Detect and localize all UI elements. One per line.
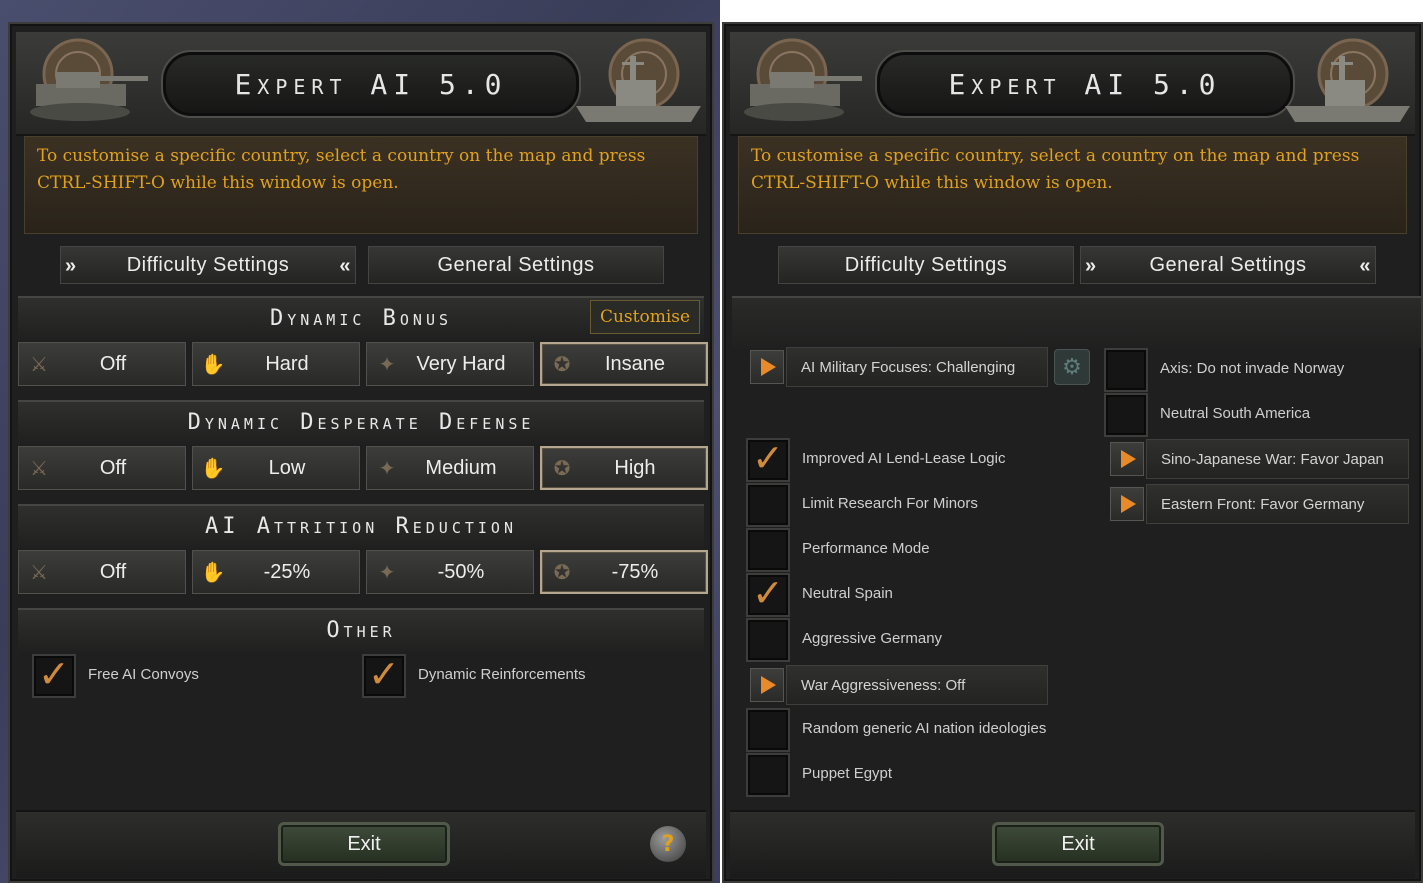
neutral-south-america-label: Neutral South America [1160, 405, 1311, 422]
medal-icon: ✋ [200, 456, 226, 480]
medal-icon: ⚔ [30, 456, 48, 480]
chevron-left-icon: « [339, 255, 351, 277]
limit-research-label: Limit Research For Minors [802, 495, 978, 512]
checkmark-icon: ✓ [38, 652, 70, 696]
attrition-option-25[interactable]: ✋ -25% [192, 550, 360, 594]
window-title: Expert AI 5.0 [875, 50, 1295, 118]
tank-emblem-icon [744, 38, 862, 121]
defense-option-off[interactable]: ⚔ Off [18, 446, 186, 490]
bonus-option-insane[interactable]: ✪ Insane [540, 342, 708, 386]
medal-icon: ✋ [200, 560, 226, 584]
checkmark-icon: ✓ [752, 571, 784, 615]
aggressive-germany-checkbox[interactable] [746, 618, 790, 662]
dynamic-reinforcements-label: Dynamic Reinforcements [418, 666, 586, 683]
free-ai-convoys-label: Free AI Convoys [88, 666, 199, 683]
gear-icon[interactable]: ⚙ [1054, 349, 1090, 385]
play-arrow-icon[interactable] [750, 350, 784, 384]
lend-lease-checkbox[interactable]: ✓ [746, 436, 790, 482]
defense-option-high[interactable]: ✪ High [540, 446, 708, 490]
exit-button[interactable]: Exit [992, 822, 1164, 866]
puppet-egypt-label: Puppet Egypt [802, 765, 893, 782]
info-text-line2: CTRL-SHIFT-O while this window is open. [751, 173, 1113, 193]
section-other: Other [18, 608, 704, 652]
chevron-left-icon: « [1359, 255, 1371, 277]
tab-difficulty-settings[interactable]: » Difficulty Settings « [60, 246, 356, 284]
free-ai-convoys-checkbox[interactable]: ✓ [32, 652, 76, 698]
defense-option-low[interactable]: ✋ Low [192, 446, 360, 490]
tank-emblem-icon [30, 38, 148, 121]
dynamic-reinforcements-checkbox[interactable]: ✓ [362, 652, 406, 698]
neutral-spain-checkbox[interactable]: ✓ [746, 571, 790, 617]
exit-button[interactable]: Exit [278, 822, 450, 866]
expert-ai-window-general: Expert AI 5.0 To customise a specific co… [722, 22, 1423, 883]
ai-military-focuses-dropdown[interactable]: AI Military Focuses: Challenging [786, 347, 1048, 387]
stars-icon: ✪ [553, 456, 571, 480]
help-icon[interactable]: ? [650, 826, 686, 862]
bonus-option-hard[interactable]: ✋ Hard [192, 342, 360, 386]
defense-option-medium[interactable]: ✦ Medium [366, 446, 534, 490]
attrition-option-50[interactable]: ✦ -50% [366, 550, 534, 594]
info-box: To customise a specific country, select … [738, 136, 1407, 234]
puppet-egypt-checkbox[interactable] [746, 753, 790, 797]
info-box: To customise a specific country, select … [24, 136, 698, 234]
info-text-line2: CTRL-SHIFT-O while this window is open. [37, 173, 399, 193]
customise-button[interactable]: Customise [590, 300, 700, 334]
eastern-front-dropdown[interactable]: Eastern Front: Favor Germany [1146, 484, 1409, 524]
checkmark-icon: ✓ [368, 652, 400, 696]
window-header: Expert AI 5.0 [730, 32, 1415, 136]
random-ideologies-label: Random generic AI nation ideologies [802, 720, 1047, 737]
axis-norway-label: Axis: Do not invade Norway [1160, 360, 1345, 377]
stars-icon: ✪ [553, 560, 571, 584]
window-title: Expert AI 5.0 [161, 50, 581, 118]
limit-research-checkbox[interactable] [746, 483, 790, 527]
info-text-line1: To customise a specific country, select … [751, 146, 1360, 166]
general-settings-header [732, 296, 1421, 348]
battleship-emblem-icon [1285, 38, 1410, 122]
chevron-right-icon: » [1085, 255, 1097, 277]
wings-icon: ✦ [378, 352, 396, 376]
section-attrition-reduction: AI Attrition Reduction [18, 504, 704, 548]
axis-norway-checkbox[interactable] [1104, 348, 1148, 392]
chevron-right-icon: » [65, 255, 77, 277]
bonus-option-off[interactable]: ⚔ Off [18, 342, 186, 386]
window-footer: Exit [730, 810, 1415, 878]
wings-icon: ✦ [378, 560, 396, 584]
medal-icon: ⚔ [30, 560, 48, 584]
info-text-line1: To customise a specific country, select … [37, 146, 646, 166]
medal-icon: ✋ [200, 352, 226, 376]
stars-icon: ✪ [553, 352, 571, 376]
section-dynamic-bonus: Dynamic Bonus Customise [18, 296, 704, 340]
tab-general-settings[interactable]: » General Settings « [1080, 246, 1376, 284]
aggressive-germany-label: Aggressive Germany [802, 630, 943, 647]
window-header: Expert AI 5.0 [16, 32, 706, 136]
attrition-option-off[interactable]: ⚔ Off [18, 550, 186, 594]
attrition-option-75[interactable]: ✪ -75% [540, 550, 708, 594]
section-desperate-defense: Dynamic Desperate Defense [18, 400, 704, 444]
neutral-spain-label: Neutral Spain [802, 585, 893, 602]
checkmark-icon: ✓ [752, 436, 784, 480]
play-arrow-icon[interactable] [1110, 487, 1144, 521]
play-arrow-icon[interactable] [750, 668, 784, 702]
tab-general-settings[interactable]: General Settings [368, 246, 664, 284]
window-footer: Exit ? [16, 810, 706, 878]
play-arrow-icon[interactable] [1110, 442, 1144, 476]
lend-lease-label: Improved AI Lend-Lease Logic [802, 450, 1006, 467]
neutral-south-america-checkbox[interactable] [1104, 393, 1148, 437]
war-aggressiveness-dropdown[interactable]: War Aggressiveness: Off [786, 665, 1048, 705]
random-ideologies-checkbox[interactable] [746, 708, 790, 752]
expert-ai-window-difficulty: Expert AI 5.0 To customise a specific co… [8, 22, 714, 883]
performance-mode-label: Performance Mode [802, 540, 930, 557]
performance-mode-checkbox[interactable] [746, 528, 790, 572]
tab-difficulty-settings[interactable]: Difficulty Settings [778, 246, 1074, 284]
battleship-emblem-icon [576, 38, 701, 122]
medal-icon: ⚔ [30, 352, 48, 376]
sino-japanese-war-dropdown[interactable]: Sino-Japanese War: Favor Japan [1146, 439, 1409, 479]
bonus-option-very-hard[interactable]: ✦ Very Hard [366, 342, 534, 386]
wings-icon: ✦ [378, 456, 396, 480]
